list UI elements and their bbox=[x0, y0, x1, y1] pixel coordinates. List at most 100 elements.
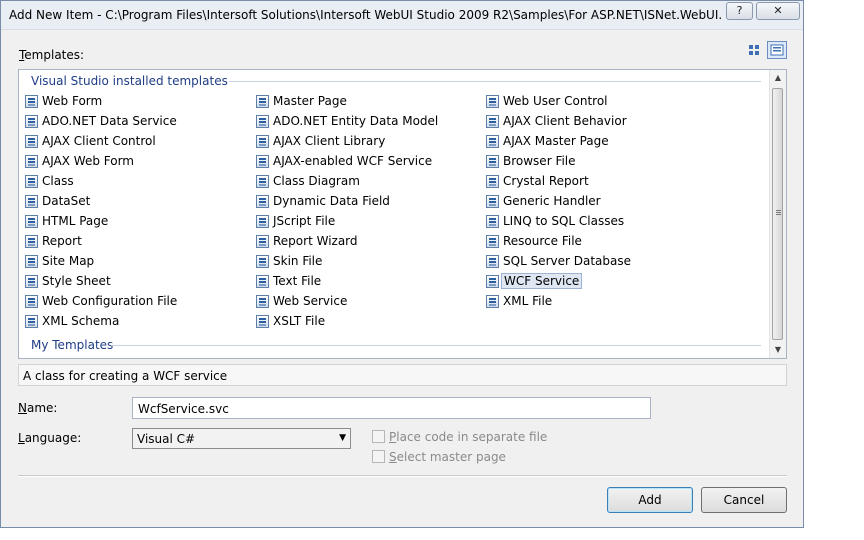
file-template-icon bbox=[486, 275, 499, 288]
scroll-up-icon[interactable]: ▲ bbox=[770, 70, 786, 86]
templates-list[interactable]: Visual Studio installed templates Web Fo… bbox=[18, 69, 787, 359]
template-item-label: Style Sheet bbox=[42, 274, 111, 288]
template-item-label: Dynamic Data Field bbox=[273, 194, 390, 208]
file-template-icon bbox=[256, 115, 269, 128]
chevron-down-icon: ▼ bbox=[339, 433, 346, 443]
group-divider bbox=[229, 81, 761, 82]
language-label: Language: bbox=[18, 431, 82, 445]
template-item-label: Class Diagram bbox=[273, 174, 360, 188]
template-item-label: Web Configuration File bbox=[42, 294, 178, 308]
template-item-label: XML File bbox=[503, 294, 553, 308]
language-select[interactable]: Visual C# ▼ bbox=[132, 428, 351, 449]
file-template-icon bbox=[256, 295, 269, 308]
template-item-label: HTML Page bbox=[42, 214, 109, 228]
template-item-label: Web Form bbox=[42, 94, 103, 108]
template-item-label: AJAX Client Library bbox=[273, 134, 386, 148]
select-master-checkbox[interactable] bbox=[372, 450, 386, 464]
footer-separator bbox=[18, 475, 787, 476]
close-button[interactable]: ✕ bbox=[756, 2, 800, 20]
file-template-icon bbox=[256, 135, 269, 148]
file-template-icon bbox=[25, 235, 38, 248]
list-view-icon bbox=[770, 44, 784, 56]
file-template-icon bbox=[25, 215, 38, 228]
template-item-label: LINQ to SQL Classes bbox=[503, 214, 625, 228]
template-item-label: Web User Control bbox=[503, 94, 608, 108]
scroll-down-icon[interactable]: ▼ bbox=[770, 342, 786, 358]
file-template-icon bbox=[486, 135, 499, 148]
template-item-label: Master Page bbox=[273, 94, 347, 108]
name-input-value: WcfService.svc bbox=[138, 402, 229, 416]
place-code-label[interactable]: Place code in separate file bbox=[389, 430, 547, 444]
template-item-label: Crystal Report bbox=[503, 174, 589, 188]
templates-scrollbar[interactable]: ▲ ▼ bbox=[769, 70, 786, 358]
template-item-label: Report bbox=[42, 234, 82, 248]
grip-icon bbox=[776, 210, 781, 211]
description-text: A class for creating a WCF service bbox=[23, 369, 228, 383]
template-item-label: Generic Handler bbox=[503, 194, 601, 208]
template-item-label: Resource File bbox=[503, 234, 582, 248]
template-item-label: ADO.NET Data Service bbox=[42, 114, 177, 128]
small-icons-view-button[interactable] bbox=[745, 41, 765, 59]
template-item-label: AJAX-enabled WCF Service bbox=[273, 154, 433, 168]
file-template-icon bbox=[25, 315, 38, 328]
file-template-icon bbox=[25, 195, 38, 208]
select-master-label[interactable]: Select master page bbox=[389, 450, 506, 464]
template-item-label: Browser File bbox=[503, 154, 576, 168]
title-bar: Add New Item - C:\Program Files\Intersof… bbox=[1, 1, 803, 30]
template-item-label: ADO.NET Entity Data Model bbox=[273, 114, 439, 128]
template-item-label: JScript File bbox=[273, 214, 336, 228]
scroll-thumb[interactable] bbox=[772, 88, 783, 340]
template-item-label: Report Wizard bbox=[273, 234, 358, 248]
file-template-icon bbox=[256, 215, 269, 228]
file-template-icon bbox=[256, 315, 269, 328]
window-title: Add New Item - C:\Program Files\Intersof… bbox=[9, 8, 721, 22]
template-item-label: XML Schema bbox=[42, 314, 120, 328]
help-icon: ? bbox=[736, 4, 743, 17]
template-item-label: SQL Server Database bbox=[503, 254, 631, 268]
file-template-icon bbox=[486, 155, 499, 168]
template-item-label: Class bbox=[42, 174, 74, 188]
file-template-icon bbox=[25, 115, 38, 128]
file-template-icon bbox=[25, 175, 38, 188]
file-template-icon bbox=[486, 235, 499, 248]
file-template-icon bbox=[256, 255, 269, 268]
template-item-label: Site Map bbox=[42, 254, 95, 268]
file-template-icon bbox=[486, 175, 499, 188]
template-item-label: AJAX Master Page bbox=[503, 134, 609, 148]
grid-icon bbox=[749, 45, 759, 55]
template-item-label: Web Service bbox=[273, 294, 348, 308]
language-select-value: Visual C# bbox=[137, 432, 196, 446]
file-template-icon bbox=[486, 295, 499, 308]
medium-icons-view-button[interactable] bbox=[767, 41, 787, 59]
templates-label: Templates: bbox=[19, 48, 85, 62]
file-template-icon bbox=[256, 275, 269, 288]
template-item-label: AJAX Client Behavior bbox=[503, 114, 627, 128]
add-button[interactable]: Add bbox=[607, 487, 693, 513]
file-template-icon bbox=[486, 255, 499, 268]
place-code-checkbox[interactable] bbox=[372, 430, 386, 444]
file-template-icon bbox=[256, 175, 269, 188]
file-template-icon bbox=[25, 295, 38, 308]
template-item-label: XSLT File bbox=[273, 314, 326, 328]
file-template-icon bbox=[25, 155, 38, 168]
name-label: Name: bbox=[18, 401, 58, 415]
file-template-icon bbox=[256, 195, 269, 208]
template-item-label: DataSet bbox=[42, 194, 91, 208]
template-item-label: Text File bbox=[273, 274, 322, 288]
help-button[interactable]: ? bbox=[726, 2, 753, 20]
template-description: A class for creating a WCF service bbox=[18, 364, 787, 386]
template-item-label: AJAX Web Form bbox=[42, 154, 134, 168]
name-input[interactable]: WcfService.svc bbox=[132, 397, 651, 419]
add-new-item-dialog: Add New Item - C:\Program Files\Intersof… bbox=[0, 0, 804, 528]
close-icon: ✕ bbox=[773, 4, 783, 17]
file-template-icon bbox=[486, 95, 499, 108]
cancel-button[interactable]: Cancel bbox=[701, 487, 787, 513]
file-template-icon bbox=[486, 115, 499, 128]
group-installed-templates: Visual Studio installed templates bbox=[31, 74, 228, 88]
file-template-icon bbox=[256, 155, 269, 168]
file-template-icon bbox=[256, 235, 269, 248]
file-template-icon bbox=[25, 95, 38, 108]
file-template-icon bbox=[256, 95, 269, 108]
template-item-label: WCF Service bbox=[501, 273, 583, 289]
group-my-templates: My Templates bbox=[31, 338, 114, 352]
